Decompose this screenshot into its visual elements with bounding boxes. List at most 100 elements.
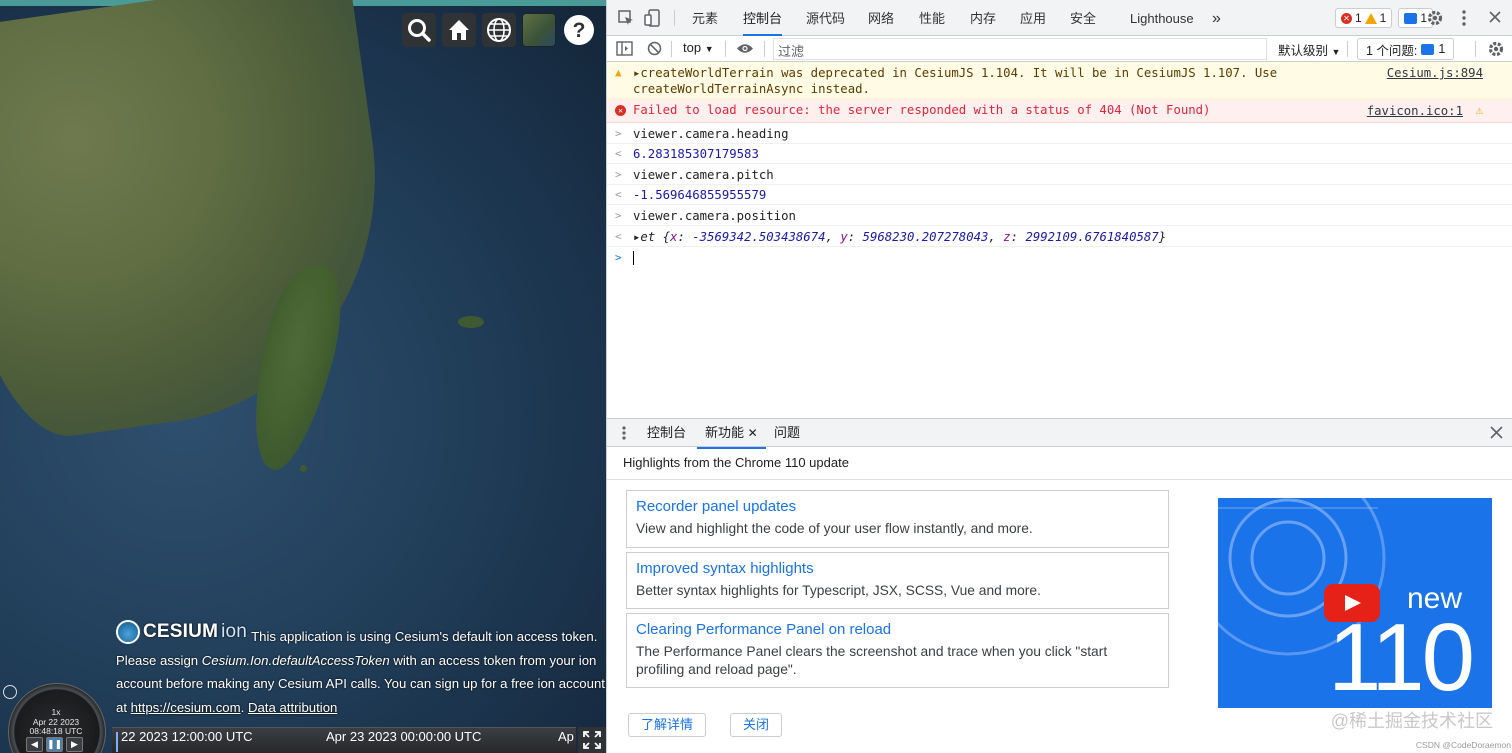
- tab-network[interactable]: 网络: [868, 0, 894, 36]
- feature-card[interactable]: Clearing Performance Panel on reload The…: [626, 613, 1169, 688]
- network-request-icon[interactable]: ⚠: [1476, 102, 1483, 118]
- error-count: 1: [1354, 11, 1362, 25]
- issues-label: 1 个问题:: [1366, 43, 1418, 58]
- object-name: et: [640, 230, 656, 244]
- pause-button[interactable]: ❚❚: [46, 737, 63, 752]
- object-value: -3569342.503438674: [692, 230, 826, 244]
- tab-sources[interactable]: 源代码: [806, 0, 845, 36]
- drawer-menu-icon[interactable]: [621, 425, 627, 444]
- filter-input[interactable]: 过滤: [773, 38, 1267, 60]
- input-chevron-icon: >: [615, 209, 622, 222]
- help-icon[interactable]: ?: [562, 13, 596, 47]
- warning-text: createWorldTerrainAsync instead.: [633, 82, 870, 96]
- sidebar-toggle-icon[interactable]: [616, 41, 633, 59]
- timeline[interactable]: 22 2023 12:00:00 UTC Apr 23 2023 00:00:0…: [112, 727, 576, 753]
- error-source-link[interactable]: favicon.ico:1: [1367, 103, 1463, 119]
- settings-gear-icon[interactable]: [1426, 9, 1444, 30]
- output-chevron-icon: <: [615, 188, 622, 201]
- tab-application[interactable]: 应用: [1020, 0, 1046, 36]
- output-chevron-icon: <: [615, 230, 622, 243]
- dropdown-arrow-icon: ▼: [1331, 47, 1341, 57]
- feature-title-link[interactable]: Clearing Performance Panel on reload: [636, 620, 1159, 640]
- prompt-chevron-icon: >: [615, 251, 622, 264]
- search-icon[interactable]: [402, 13, 436, 47]
- tab-security[interactable]: 安全: [1070, 0, 1096, 36]
- console-input-line: > viewer.camera.position: [607, 205, 1512, 226]
- more-tabs-icon[interactable]: »: [1212, 0, 1221, 36]
- animation-controls: ◀ ❚❚ ▶: [26, 737, 83, 752]
- object-value: 5968230.207278043: [862, 230, 989, 244]
- learn-more-button[interactable]: 了解详情: [628, 713, 707, 737]
- console-command: viewer.camera.heading: [633, 127, 789, 141]
- animation-time: 08:48:18 UTC: [29, 726, 83, 736]
- release-video-thumbnail[interactable]: new 110: [1218, 498, 1492, 708]
- play-button[interactable]: ▶: [66, 737, 83, 752]
- feature-title-link[interactable]: Improved syntax highlights: [636, 559, 1159, 579]
- device-toolbar-icon[interactable]: [644, 9, 662, 30]
- context-label: top: [683, 40, 702, 55]
- text-caret: [633, 251, 634, 265]
- feature-title-link[interactable]: Recorder panel updates: [636, 497, 1159, 517]
- console-output[interactable]: ▲ ▸createWorldTerrain was deprecated in …: [607, 62, 1512, 418]
- tab-console[interactable]: 控制台: [743, 0, 783, 36]
- animation-widget: 1x Apr 22 2023 08:48:18 UTC ◀ ❚❚ ▶: [0, 680, 112, 753]
- logo-sub-text: ion: [221, 621, 248, 643]
- error-icon: ✕: [615, 102, 626, 118]
- tab-performance[interactable]: 性能: [919, 0, 945, 36]
- console-settings-gear-icon[interactable]: [1487, 40, 1505, 61]
- message-icon: [1404, 12, 1418, 24]
- cesium-viewer[interactable]: ? CESIUM ion This application is using C…: [0, 0, 606, 753]
- console-object-line[interactable]: < ▸et {x: -3569342.503438674, y: 5968230…: [607, 226, 1512, 247]
- console-filterbar: top ▼ 过滤 默认级别 ▼ 1 个问题: 1: [607, 36, 1512, 62]
- object-key: y: [840, 230, 848, 244]
- rewind-button[interactable]: ◀: [26, 737, 43, 752]
- close-devtools-icon[interactable]: [1489, 11, 1501, 26]
- site-watermark: @稀土掘金技术社区: [1330, 711, 1493, 731]
- cesium-link[interactable]: https://cesium.com: [131, 700, 241, 715]
- log-levels-dropdown[interactable]: 默认级别 ▼: [1278, 40, 1340, 59]
- feature-card[interactable]: Improved syntax highlights Better syntax…: [626, 552, 1169, 609]
- kebab-menu-icon[interactable]: [1461, 9, 1467, 30]
- issue-counters[interactable]: ✕ 1 1 1: [1334, 8, 1433, 28]
- console-input-line: > viewer.camera.heading: [607, 123, 1512, 144]
- close-button[interactable]: 关闭: [730, 713, 783, 737]
- drawer-tabbar: 控制台 新功能 ✕ 问题: [607, 419, 1512, 449]
- inspect-element-icon[interactable]: [617, 9, 635, 30]
- tab-memory[interactable]: 内存: [970, 0, 996, 36]
- close-drawer-icon[interactable]: [1490, 426, 1503, 442]
- output-chevron-icon: <: [615, 147, 622, 160]
- drawer-tab-whats-new[interactable]: 新功能 ✕: [697, 419, 766, 449]
- warning-text: createWorldTerrain was deprecated in Ces…: [640, 66, 1278, 80]
- live-expression-eye-icon[interactable]: [736, 42, 754, 58]
- islet-terrain: [458, 316, 484, 328]
- object-key: z: [1003, 230, 1011, 244]
- issues-count: 1: [1438, 42, 1446, 56]
- feature-card[interactable]: Recorder panel updates View and highligh…: [626, 490, 1169, 548]
- animation-speed: 1x: [51, 707, 61, 717]
- issues-button[interactable]: 1 个问题: 1: [1357, 38, 1455, 60]
- warning-icon: [1364, 12, 1377, 24]
- whats-new-heading: Highlights from the Chrome 110 update: [623, 455, 849, 470]
- video-version-number: 110: [1327, 604, 1475, 708]
- console-error: ✕ Failed to load resource: the server re…: [607, 99, 1512, 123]
- logo-text: CESIUM: [143, 621, 219, 643]
- fullscreen-icon[interactable]: [578, 727, 606, 753]
- console-warning: ▲ ▸createWorldTerrain was deprecated in …: [607, 62, 1512, 99]
- console-prompt[interactable]: >: [607, 247, 1512, 269]
- data-attribution-link[interactable]: Data attribution: [248, 700, 337, 715]
- home-icon[interactable]: [442, 13, 476, 47]
- clock-icon[interactable]: [3, 685, 17, 699]
- drawer-tab-console[interactable]: 控制台: [647, 419, 686, 447]
- warning-source-link[interactable]: Cesium.js:894: [1387, 65, 1483, 81]
- imagery-layer-icon[interactable]: [522, 13, 556, 47]
- tab-elements[interactable]: 元素: [692, 0, 718, 36]
- context-selector[interactable]: top ▼: [683, 40, 714, 55]
- tab-lighthouse[interactable]: Lighthouse: [1130, 0, 1194, 36]
- mainland-terrain: [0, 0, 408, 448]
- close-tab-icon[interactable]: ✕: [748, 426, 758, 440]
- drawer-tab-issues[interactable]: 问题: [774, 419, 800, 447]
- clear-console-icon[interactable]: [647, 41, 662, 59]
- timeline-needle[interactable]: [116, 732, 118, 752]
- error-warning-counter[interactable]: ✕ 1 1: [1334, 8, 1393, 28]
- globe-icon[interactable]: [482, 13, 516, 47]
